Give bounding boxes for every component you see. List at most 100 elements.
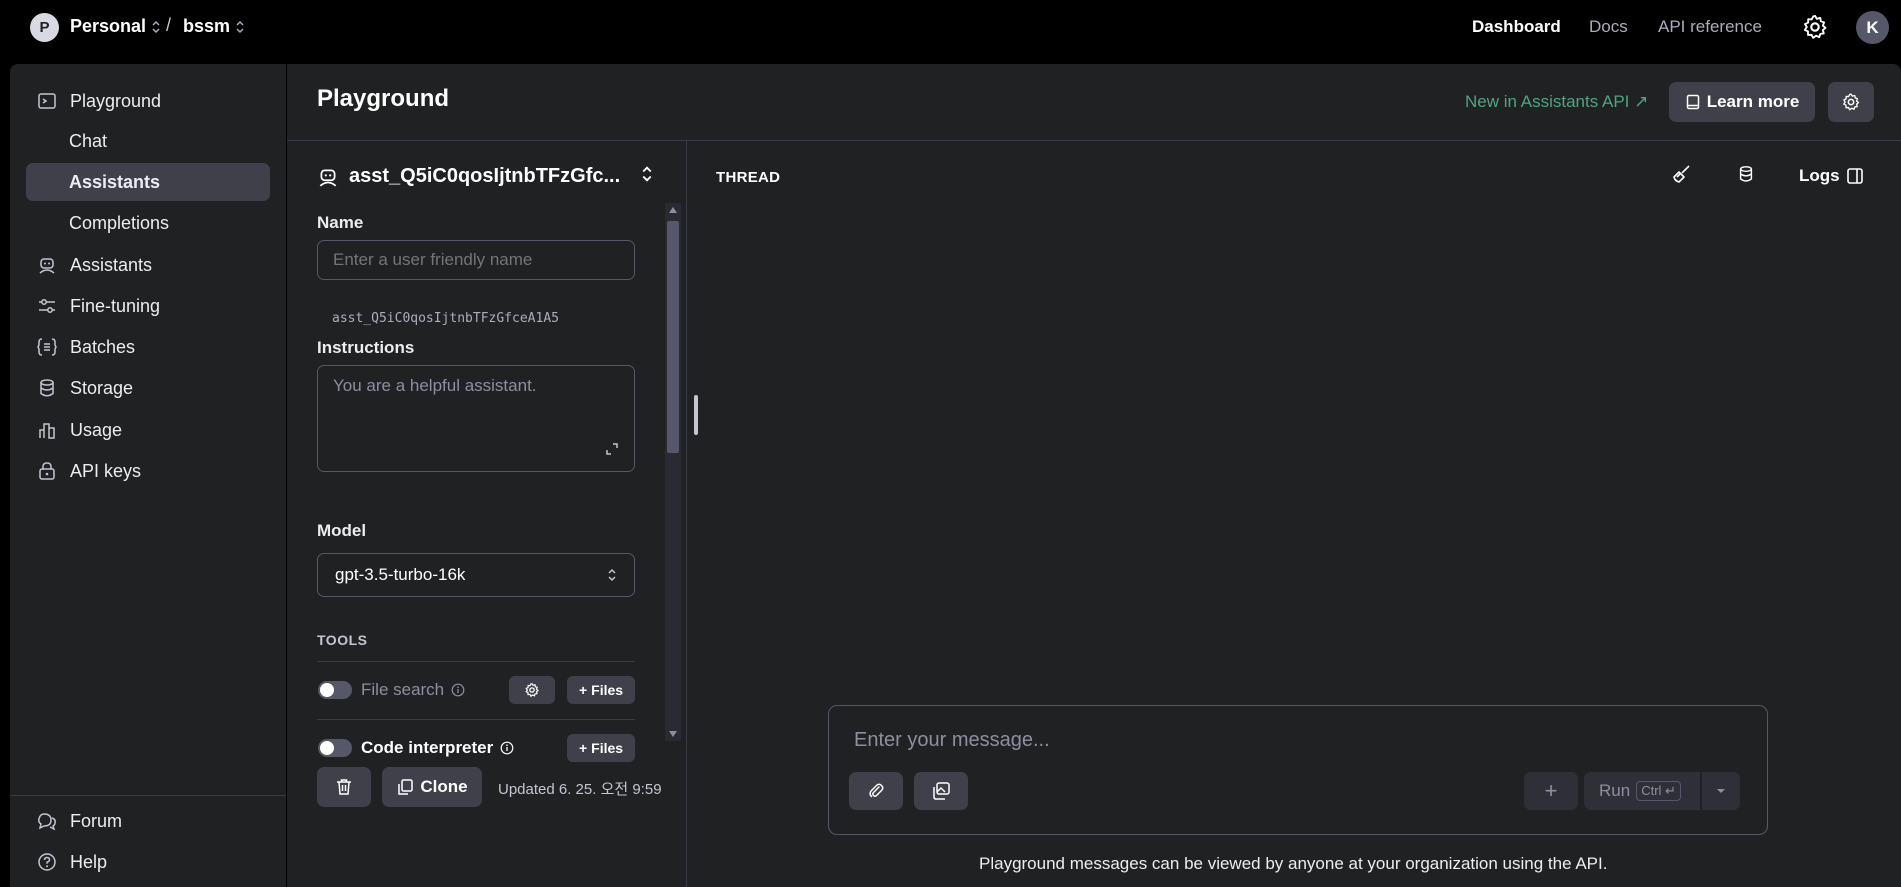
database-icon: [1739, 166, 1753, 182]
sidebar-item-playground[interactable]: Playground: [26, 82, 270, 120]
model-select[interactable]: gpt-3.5-turbo-16k: [317, 553, 635, 597]
run-options-button[interactable]: [1702, 772, 1740, 810]
tools-label: TOOLS: [317, 632, 368, 648]
instructions-placeholder: You are a helpful assistant.: [333, 376, 537, 395]
database-icon: [36, 377, 58, 399]
thread-title: THREAD: [716, 169, 781, 186]
nav-api-reference[interactable]: API reference: [1658, 17, 1762, 37]
code-interpreter-files-button[interactable]: + Files: [567, 734, 635, 762]
info-icon[interactable]: [500, 741, 514, 755]
scrollbar-thumb[interactable]: [667, 221, 679, 453]
sidebar-item-label: Assistants: [69, 171, 161, 192]
learn-more-button[interactable]: Learn more: [1669, 82, 1815, 122]
caret-down-icon: [1717, 789, 1725, 793]
sidebar-item-label: Chat: [69, 130, 108, 151]
sidebar-item-label: Playground: [70, 90, 162, 111]
sidebar-divider: [10, 795, 286, 796]
sidebar-item-completions[interactable]: Completions: [26, 204, 270, 242]
clone-button[interactable]: Clone: [382, 767, 482, 807]
org-name: Personal: [70, 16, 147, 36]
chevron-updown-icon: [608, 568, 616, 582]
files-label: Files: [591, 682, 624, 698]
assistant-robot-icon: [319, 169, 337, 186]
info-icon[interactable]: [451, 683, 465, 697]
images-icon: [933, 782, 950, 800]
sidebar-item-assistants-playground[interactable]: Assistants: [26, 163, 270, 201]
page-title: Playground: [317, 85, 450, 112]
instructions-textarea[interactable]: You are a helpful assistant.: [317, 365, 635, 472]
sidebar-item-api-keys[interactable]: API keys: [26, 452, 270, 490]
user-avatar[interactable]: K: [1856, 11, 1889, 44]
playground-settings-button[interactable]: [1828, 82, 1874, 122]
help-icon: [36, 851, 58, 873]
assistant-name-input[interactable]: [317, 240, 635, 280]
settings-gear-icon[interactable]: [1801, 13, 1829, 41]
playground-icon: [36, 90, 58, 112]
sidebar-item-storage[interactable]: Storage: [26, 369, 270, 407]
sidebar-item-assistants[interactable]: Assistants: [26, 246, 270, 284]
expand-icon[interactable]: [606, 443, 618, 455]
side-panel-icon: [1846, 168, 1863, 184]
sidebar-item-chat[interactable]: Chat: [26, 122, 270, 160]
attach-button[interactable]: [849, 772, 903, 810]
project-switcher[interactable]: bssm: [183, 16, 246, 37]
book-icon: [1686, 94, 1699, 110]
thread-storage-button[interactable]: [1731, 159, 1761, 189]
image-button[interactable]: [914, 772, 968, 810]
message-input[interactable]: Enter your message...: [854, 729, 1050, 752]
batches-icon: [36, 336, 58, 358]
updated-timestamp: Updated 6. 25. 오전 9:59: [498, 781, 662, 798]
nav-docs[interactable]: Docs: [1589, 17, 1628, 37]
scrollbar[interactable]: [665, 203, 681, 741]
code-interpreter-toggle[interactable]: [318, 739, 352, 757]
sidebar-item-label: Help: [70, 851, 108, 872]
breadcrumb-separator: /: [166, 15, 172, 35]
nav-dashboard[interactable]: Dashboard: [1472, 17, 1561, 37]
scroll-down-arrow[interactable]: [669, 731, 677, 737]
org-avatar[interactable]: P: [30, 13, 59, 42]
plus-icon: +: [578, 740, 588, 756]
left-sidebar: Playground Chat Assistants Completions A…: [10, 64, 286, 887]
file-search-toggle[interactable]: [318, 681, 352, 699]
sidebar-item-label: Assistants: [70, 254, 153, 275]
main-panel: Playground New in Assistants API ↗ Learn…: [287, 64, 1901, 887]
plus-icon: +: [578, 682, 588, 698]
resize-handle[interactable]: [694, 395, 698, 435]
assistant-id: asst_Q5iC0qosIjtnbTFzGfceA1A5: [332, 311, 559, 326]
privacy-note: Playground messages can be viewed by any…: [979, 854, 1608, 873]
sidebar-item-help[interactable]: Help: [26, 843, 270, 881]
project-name: bssm: [183, 16, 231, 36]
sidebar-item-label: Usage: [70, 419, 123, 440]
tool-label: File search: [361, 680, 445, 699]
forum-icon: [36, 810, 58, 832]
run-label: Run: [1599, 781, 1631, 800]
clear-thread-button[interactable]: [1667, 159, 1697, 189]
sidebar-item-forum[interactable]: Forum: [26, 802, 270, 840]
gear-icon: [1843, 93, 1860, 111]
assistant-selector[interactable]: asst_Q5iC0qosIjtnbTFzGfc...: [317, 165, 620, 188]
file-search-settings-button[interactable]: [509, 676, 555, 704]
gear-icon: [525, 682, 539, 698]
add-message-button[interactable]: +: [1524, 772, 1578, 810]
delete-button[interactable]: [317, 767, 371, 807]
instructions-label: Instructions: [317, 338, 415, 357]
scroll-up-arrow[interactable]: [669, 207, 677, 213]
files-label: Files: [591, 740, 624, 756]
run-shortcut: Ctrl ↵: [1636, 781, 1681, 801]
chevron-updown-icon[interactable]: [639, 164, 655, 184]
file-search-files-button[interactable]: + Files: [567, 676, 635, 704]
sidebar-item-label: Completions: [69, 212, 170, 233]
sidebar-item-usage[interactable]: Usage: [26, 411, 270, 449]
assistant-selected-name: asst_Q5iC0qosIjtnbTFzGfc...: [349, 165, 621, 187]
sidebar-item-fine-tuning[interactable]: Fine-tuning: [26, 287, 270, 325]
new-in-assistants-link[interactable]: New in Assistants API ↗: [1465, 92, 1648, 112]
broom-icon: [1673, 165, 1690, 183]
paperclip-icon: [869, 783, 884, 798]
sidebar-item-batches[interactable]: Batches: [26, 328, 270, 366]
tool-row-file-search: File search + Files: [317, 661, 635, 718]
model-value: gpt-3.5-turbo-16k: [335, 565, 466, 584]
logs-button[interactable]: Logs: [1799, 166, 1864, 186]
org-switcher[interactable]: Personal: [70, 16, 162, 37]
run-button[interactable]: Run Ctrl ↵: [1584, 772, 1700, 810]
message-composer: Enter your message... + Run Ctrl ↵: [828, 705, 1768, 835]
